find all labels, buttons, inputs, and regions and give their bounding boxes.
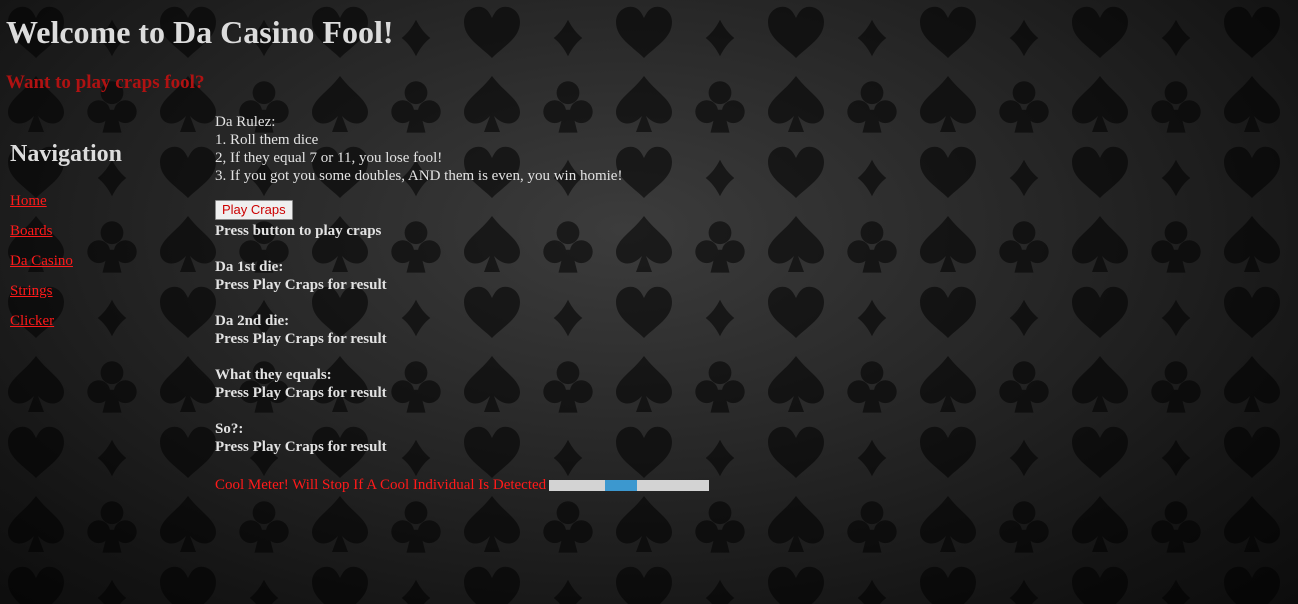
second-die-result: Da 2nd die: Press Play Craps for result <box>215 312 975 348</box>
page-title: Welcome to Da Casino Fool! <box>6 14 394 50</box>
nav-link-strings[interactable]: Strings <box>10 283 53 299</box>
nav-item-boards: Boards <box>10 220 200 250</box>
cool-meter-progress-bar <box>549 479 710 491</box>
nav-link-boards[interactable]: Boards <box>10 223 53 239</box>
rule-line: 2, If they equal 7 or 11, you lose fool! <box>215 150 443 166</box>
nav-item-home: Home <box>10 190 200 220</box>
sidebar-navigation: Navigation Home Boards Da Casino Strings… <box>10 140 200 340</box>
dice-sum-result: What they equals: Press Play Craps for r… <box>215 366 975 402</box>
outcome-result: So?: Press Play Craps for result <box>215 420 975 456</box>
rule-line: 3. If you got you some doubles, AND them… <box>215 168 623 184</box>
result-value: Press Play Craps for result <box>215 439 387 455</box>
page-subtitle: Want to play craps fool? <box>6 72 205 93</box>
first-die-result: Da 1st die: Press Play Craps for result <box>215 258 975 294</box>
cool-meter: Cool Meter! Will Stop If A Cool Individu… <box>215 476 975 494</box>
rules-heading: Da Rulez: <box>215 114 276 130</box>
nav-link-da-casino[interactable]: Da Casino <box>10 253 73 269</box>
result-value: Press Play Craps for result <box>215 385 387 401</box>
nav-item-clicker: Clicker <box>10 310 200 340</box>
nav-link-clicker[interactable]: Clicker <box>10 313 54 329</box>
rule-line: 1. Roll them dice <box>215 132 319 148</box>
result-label: Da 2nd die: <box>215 313 290 329</box>
game-status-text: Press button to play craps <box>215 223 382 239</box>
play-craps-button[interactable]: Play Craps <box>215 200 293 220</box>
navigation-heading: Navigation <box>10 141 123 167</box>
result-value: Press Play Craps for result <box>215 331 387 347</box>
result-value: Press Play Craps for result <box>215 277 387 293</box>
navigation-list: Home Boards Da Casino Strings Clicker <box>10 190 200 340</box>
craps-game-panel: Da Rulez: 1. Roll them dice 2, If they e… <box>215 113 975 494</box>
result-label: So?: <box>215 421 244 437</box>
rules-section: Da Rulez: 1. Roll them dice 2, If they e… <box>215 113 975 185</box>
result-label: Da 1st die: <box>215 259 284 275</box>
nav-item-strings: Strings <box>10 280 200 310</box>
cool-meter-indicator <box>605 479 638 491</box>
cool-meter-label: Cool Meter! Will Stop If A Cool Individu… <box>215 477 547 493</box>
result-label: What they equals: <box>215 367 332 383</box>
nav-link-home[interactable]: Home <box>10 193 47 209</box>
nav-item-da-casino: Da Casino <box>10 250 200 280</box>
